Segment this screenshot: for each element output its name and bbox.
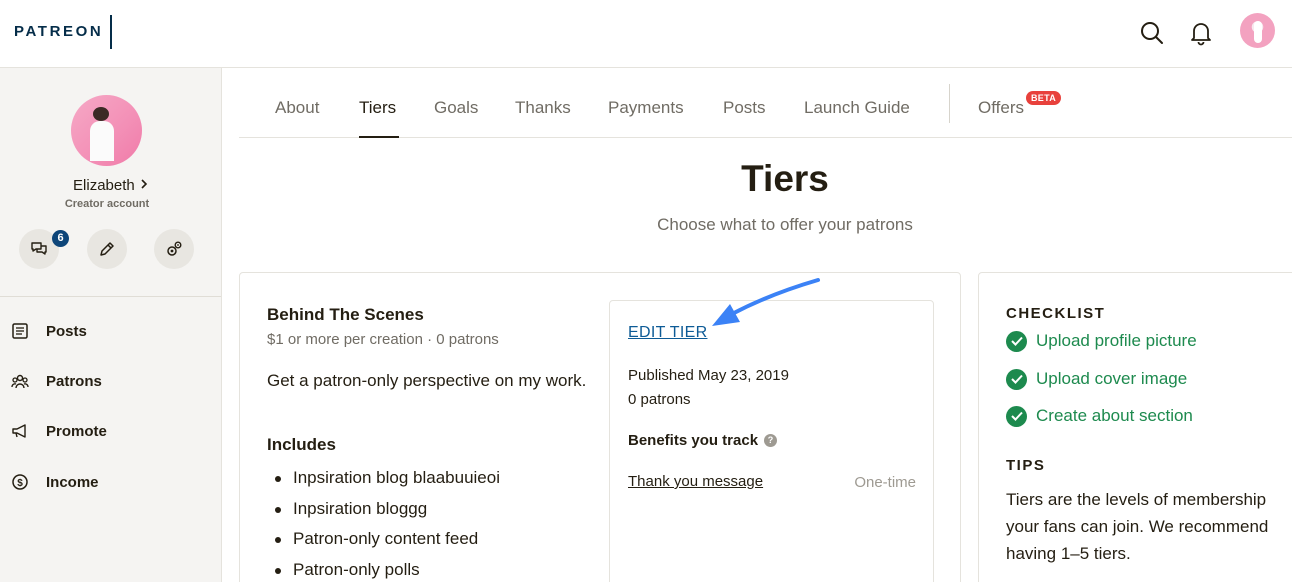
tab-payments[interactable]: Payments (608, 98, 684, 118)
profile-avatar[interactable] (71, 95, 142, 166)
sidebar: Elizabeth Creator account 6 Posts Patron… (0, 68, 222, 582)
user-role: Creator account (64, 198, 150, 210)
top-bar: PATREON (0, 0, 1292, 68)
check-icon (1006, 405, 1027, 427)
tier-patrons: 0 patrons (628, 391, 691, 408)
checklist-item-cover-image[interactable]: Upload cover image (1006, 367, 1187, 391)
tab-thanks[interactable]: Thanks (515, 98, 571, 118)
tier-patron-count: 0 patrons (436, 331, 499, 348)
tab-about[interactable]: About (275, 98, 319, 118)
benefit-item: Patron-only content feed (267, 524, 500, 555)
benefit-frequency: One-time (854, 474, 916, 491)
tips-text: Tiers are the levels of membership your … (1006, 490, 1269, 563)
benefit-item: Patron-only polls (267, 555, 500, 582)
posts-icon (10, 321, 30, 341)
checklist-card: CHECKLIST Upload profile picture Upload … (978, 272, 1292, 582)
sidebar-divider (0, 296, 221, 297)
search-icon[interactable] (1139, 20, 1165, 46)
active-tab-indicator (359, 136, 399, 138)
user-avatar[interactable] (1240, 13, 1275, 48)
tab-posts[interactable]: Posts (723, 98, 766, 118)
tier-card: Behind The Scenes $1 or more per creatio… (239, 272, 961, 582)
benefit-item: Inpsiration bloggg (267, 494, 500, 525)
sidebar-item-label: Income (46, 473, 99, 491)
edit-tier-link[interactable]: EDIT TIER (628, 324, 707, 342)
patrons-icon (10, 371, 30, 391)
tab-goals[interactable]: Goals (434, 98, 478, 118)
tab-launch-guide[interactable]: Launch Guide (804, 98, 910, 118)
tier-meta: $1 or more per creation · 0 patrons (267, 331, 499, 348)
sidebar-item-label: Patrons (46, 372, 102, 390)
message-count-badge: 6 (52, 230, 69, 247)
sidebar-item-income[interactable]: $ Income (0, 467, 221, 497)
benefit-list: Inpsiration blog blaabuuieoi Inpsiration… (267, 463, 500, 582)
chevron-right-icon (141, 179, 148, 189)
page-subtitle: Choose what to offer your patrons (657, 215, 913, 234)
settings-button[interactable] (154, 229, 194, 269)
annotation-arrow-icon (712, 278, 820, 326)
dollar-icon: $ (10, 472, 30, 492)
tab-offers[interactable]: Offers (978, 98, 1024, 118)
tier-price: $1 or more per creation (267, 331, 423, 348)
tab-bar: About Tiers Goals Thanks Payments Posts … (239, 68, 1292, 138)
checklist-title: CHECKLIST (1006, 305, 1106, 322)
checklist-item-about-section[interactable]: Create about section (1006, 404, 1193, 428)
beta-badge: BETA (1026, 91, 1062, 105)
patreon-logo[interactable]: PATREON (14, 23, 103, 40)
chat-icon (31, 242, 47, 255)
user-name-label: Elizabeth (73, 177, 135, 194)
bell-icon[interactable] (1188, 20, 1214, 46)
megaphone-icon (10, 421, 30, 441)
sidebar-item-label: Promote (46, 422, 107, 440)
help-icon[interactable]: ? (764, 434, 778, 447)
tier-details-panel: EDIT TIER Published May 23, 2019 0 patro… (609, 300, 934, 582)
checklist-item-label: Upload profile picture (1036, 331, 1197, 350)
published-date: Published May 23, 2019 (628, 367, 789, 384)
tracked-benefit-link[interactable]: Thank you message (628, 473, 763, 490)
tips-title: TIPS (1006, 457, 1046, 474)
checklist-item-label: Create about section (1036, 406, 1193, 425)
sidebar-item-label: Posts (46, 322, 87, 340)
tab-tiers[interactable]: Tiers (359, 98, 396, 118)
check-icon (1006, 368, 1027, 390)
includes-heading: Includes (267, 435, 336, 454)
benefits-track-heading: Benefits you track ? (628, 432, 778, 449)
checklist-item-profile-picture[interactable]: Upload profile picture (1006, 329, 1197, 353)
check-icon (1006, 330, 1027, 352)
meta-separator: · (427, 331, 437, 348)
tier-name: Behind The Scenes (267, 305, 424, 324)
edit-button[interactable] (87, 229, 127, 269)
sidebar-item-posts[interactable]: Posts (0, 316, 221, 346)
sidebar-item-promote[interactable]: Promote (0, 416, 221, 446)
benefits-track-label: Benefits you track (628, 432, 759, 449)
page-title: Tiers (741, 158, 829, 199)
tab-separator (949, 84, 950, 123)
benefit-item: Inpsiration blog blaabuuieoi (267, 463, 500, 494)
logo-divider (110, 15, 112, 49)
svg-text:$: $ (17, 478, 23, 489)
checklist-item-label: Upload cover image (1036, 369, 1188, 388)
sidebar-item-patrons[interactable]: Patrons (0, 366, 221, 396)
user-name[interactable]: Elizabeth (0, 177, 222, 194)
settings-icon (167, 241, 182, 256)
pencil-icon (100, 242, 114, 256)
tier-description: Get a patron-only perspective on my work… (267, 371, 587, 390)
